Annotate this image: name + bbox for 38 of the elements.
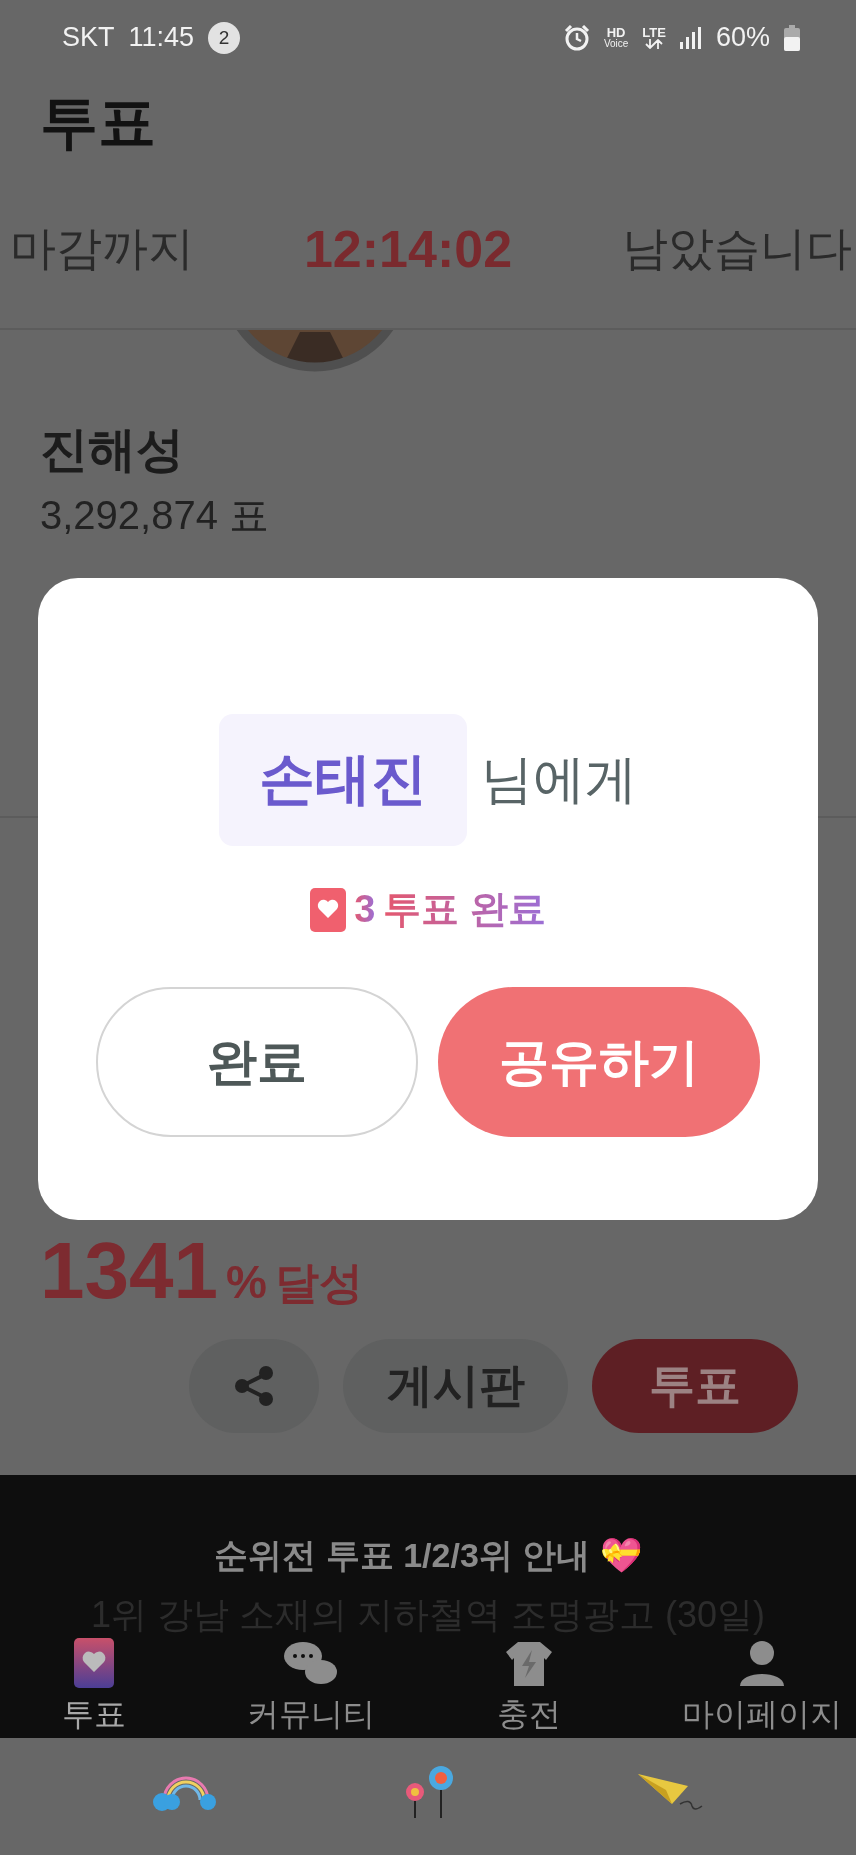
tab-label: 커뮤니티 bbox=[247, 1695, 376, 1734]
battery-icon bbox=[784, 24, 800, 51]
tab-label: 투표 bbox=[62, 1695, 126, 1734]
tab-label: 마이페이지 bbox=[682, 1695, 842, 1734]
tab-bar-item[interactable]: 커뮤니티 bbox=[247, 1636, 376, 1734]
voice-text: Voice bbox=[603, 39, 629, 49]
countdown-prefix: 마감까지 bbox=[10, 221, 194, 276]
alarm-clock-icon bbox=[563, 24, 590, 51]
tab-bar-item[interactable]: 투표 bbox=[62, 1636, 126, 1734]
clock-text: 11:45 bbox=[128, 22, 195, 53]
lte-text: LTE bbox=[642, 26, 666, 39]
heart-card-icon bbox=[74, 1638, 114, 1688]
tab-label: 충전 bbox=[496, 1695, 561, 1734]
share-icon bbox=[232, 1364, 276, 1408]
countdown-suffix: 남았습니다 bbox=[622, 221, 852, 276]
goal-label: 달성 bbox=[274, 1257, 363, 1309]
heart-card-icon bbox=[310, 887, 347, 932]
vote-count: 3,292,874 표 bbox=[40, 492, 271, 539]
page-title: 투표 bbox=[40, 87, 156, 156]
candidate-name: 진해성 bbox=[40, 422, 185, 478]
goal-percent: 1341 bbox=[40, 1225, 218, 1317]
tab-bar-item[interactable]: 충전 bbox=[496, 1636, 561, 1734]
notification-badge: 2 bbox=[208, 21, 241, 54]
data-arrows-icon bbox=[645, 39, 664, 49]
lightning-shirt-icon bbox=[503, 1640, 554, 1688]
carrier-text: SKT bbox=[62, 22, 115, 53]
hd-text: HD bbox=[606, 26, 626, 39]
done-button[interactable]: 완료 bbox=[96, 987, 418, 1137]
percent-sign: % bbox=[225, 1255, 267, 1309]
countdown-timer: 12:14:02 bbox=[303, 219, 513, 279]
recipient-suffix: 님에게 bbox=[481, 749, 637, 810]
battery-percent-text: 60% bbox=[715, 22, 770, 53]
tab-bar-item[interactable]: 마이페이지 bbox=[682, 1636, 842, 1734]
banner-title: 순위전 투표 1/2/3위 안내 💝 bbox=[214, 1535, 642, 1576]
recipient-name: 손태진 bbox=[219, 714, 467, 846]
signal-icon bbox=[679, 26, 702, 49]
vote-button[interactable]: 투표 bbox=[592, 1339, 798, 1433]
person-icon bbox=[738, 1640, 786, 1688]
